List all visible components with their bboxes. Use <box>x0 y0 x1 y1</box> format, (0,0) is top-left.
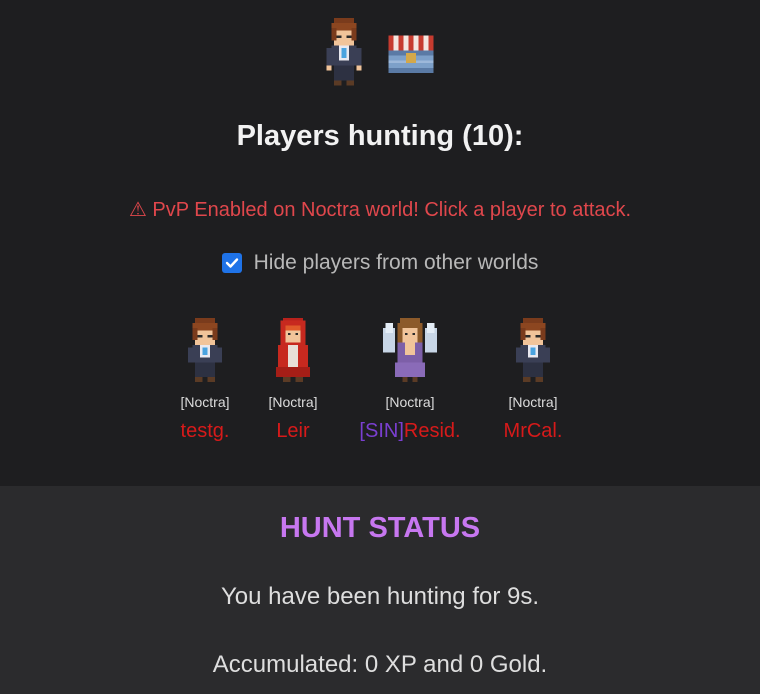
red-hooded-mage-icon <box>275 318 311 382</box>
player-name[interactable]: MrCal. <box>504 420 563 443</box>
winged-angel-icon <box>382 318 438 382</box>
hide-other-worlds-toggle[interactable]: Hide players from other worlds <box>0 251 760 275</box>
player-card[interactable]: [Noctra] Leir <box>228 318 358 443</box>
player-world: [Noctra] <box>508 394 558 410</box>
brown-hair-hero-icon <box>515 318 551 382</box>
player-name[interactable]: Leir <box>276 420 309 443</box>
player-name[interactable]: [SIN]Resid. <box>359 420 460 443</box>
hunt-duration-text: You have been hunting for 9s. <box>220 583 540 610</box>
player-card[interactable]: [Noctra] MrCal. <box>468 318 598 443</box>
player-name[interactable]: testg. <box>181 420 230 443</box>
header-sprites <box>0 18 760 88</box>
checkmark-icon <box>225 258 238 268</box>
pvp-warning: ⚠ PvP Enabled on Noctra world! Click a p… <box>128 199 632 221</box>
brown-hair-hero-icon <box>187 318 223 382</box>
hide-other-worlds-checkbox[interactable] <box>221 253 242 273</box>
players-list: [Noctra] testg. [Noctra] Leir [Noctra] [… <box>160 318 620 458</box>
hunt-status-title: HUNT STATUS <box>279 512 481 544</box>
players-hunting-title: Players hunting (10): <box>236 120 524 152</box>
player-name-text: Resid. <box>403 420 461 442</box>
treasure-chest-icon <box>388 35 434 73</box>
hunt-accumulated-text: Accumulated: 0 XP and 0 Gold. <box>212 651 548 678</box>
hide-other-worlds-label: Hide players from other worlds <box>253 251 539 274</box>
player-world: [Noctra] <box>385 394 435 410</box>
player-world: [Noctra] <box>180 394 230 410</box>
guild-tag: [SIN] <box>359 420 404 442</box>
player-avatar-icon <box>326 18 362 86</box>
player-card[interactable]: [Noctra] [SIN]Resid. <box>345 318 475 443</box>
player-world: [Noctra] <box>268 394 318 410</box>
